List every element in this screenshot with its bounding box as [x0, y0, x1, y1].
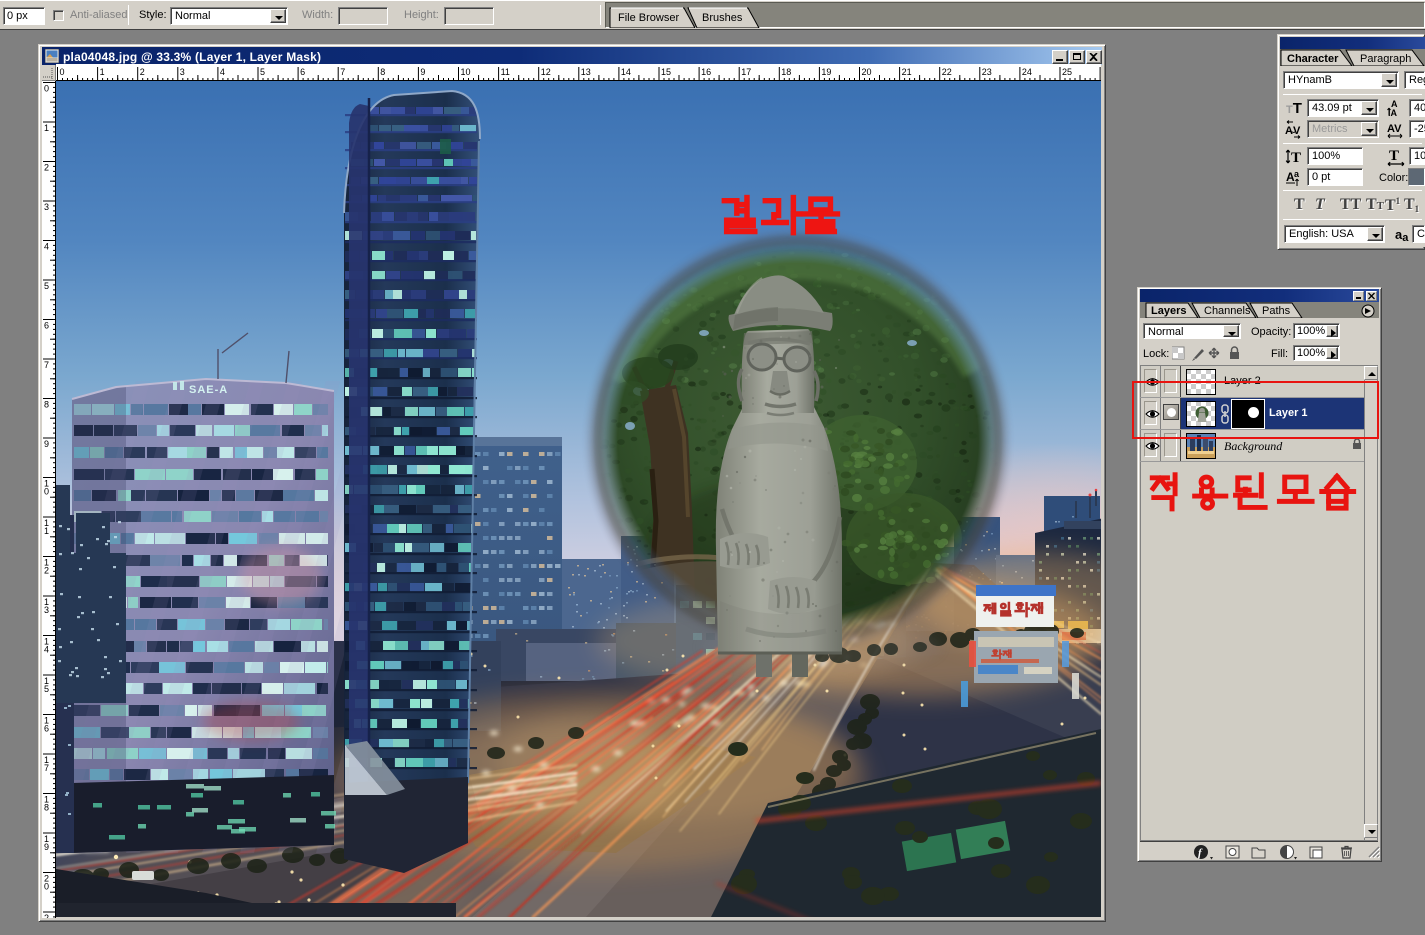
svg-text:0: 0 [44, 882, 49, 892]
svg-text:9: 9 [420, 67, 425, 77]
svg-text:20: 20 [862, 67, 872, 77]
svg-text:3: 3 [44, 202, 49, 212]
svg-text:16: 16 [701, 67, 711, 77]
svg-text:3: 3 [180, 67, 185, 77]
svg-text:24: 24 [1022, 67, 1032, 77]
svg-text:Paths: Paths [1262, 305, 1291, 317]
svg-text:12: 12 [541, 67, 551, 77]
svg-text:4: 4 [44, 645, 49, 655]
svg-text:11: 11 [501, 67, 510, 77]
svg-text:5: 5 [44, 684, 49, 694]
svg-text:7: 7 [44, 763, 49, 773]
svg-text:8: 8 [380, 67, 385, 77]
svg-text:File Browser: File Browser [618, 12, 679, 24]
svg-text:6: 6 [44, 321, 49, 331]
svg-text:14: 14 [621, 67, 631, 77]
svg-text:Brushes: Brushes [702, 12, 743, 24]
svg-text:5: 5 [44, 281, 49, 291]
svg-text:19: 19 [821, 67, 831, 77]
svg-text:7: 7 [44, 360, 49, 370]
svg-text:2: 2 [44, 913, 49, 918]
svg-text:2: 2 [44, 163, 49, 173]
svg-text:21: 21 [902, 67, 912, 77]
svg-text:Character: Character [1287, 53, 1339, 65]
svg-text:7: 7 [340, 67, 345, 77]
svg-text:9: 9 [44, 842, 49, 852]
svg-text:18: 18 [781, 67, 791, 77]
svg-text:9: 9 [44, 439, 49, 449]
svg-text:0: 0 [44, 487, 49, 497]
svg-text:0: 0 [44, 84, 49, 94]
svg-text:A̴V: A̴V [1285, 125, 1301, 137]
svg-text:23: 23 [982, 67, 992, 77]
svg-text:13: 13 [581, 67, 591, 77]
svg-text:2: 2 [44, 566, 49, 576]
svg-text:25: 25 [1062, 67, 1072, 77]
svg-text:Channels: Channels [1204, 305, 1251, 317]
svg-text:1: 1 [100, 67, 105, 77]
svg-text:Paragraph: Paragraph [1360, 53, 1411, 65]
svg-text:2: 2 [140, 67, 145, 77]
svg-text:AV: AV [1387, 123, 1402, 135]
svg-text:17: 17 [741, 67, 751, 77]
svg-text:a: a [1294, 169, 1300, 179]
svg-text:1: 1 [44, 123, 49, 133]
svg-text:4: 4 [220, 67, 225, 77]
svg-text:15: 15 [661, 67, 671, 77]
svg-text:T: T [1291, 150, 1301, 166]
svg-text:6: 6 [44, 724, 49, 734]
svg-text:5: 5 [260, 67, 265, 77]
svg-text:Layers: Layers [1151, 305, 1186, 317]
svg-text:8: 8 [44, 400, 49, 410]
svg-text:8: 8 [44, 803, 49, 813]
svg-text:T: T [1389, 148, 1399, 164]
svg-text:1: 1 [44, 526, 49, 536]
svg-text:6: 6 [300, 67, 305, 77]
svg-text:SAE-A: SAE-A [189, 384, 228, 396]
svg-text:0: 0 [60, 67, 65, 77]
svg-text:10: 10 [461, 67, 471, 77]
svg-text:3: 3 [44, 605, 49, 615]
svg-text:4: 4 [44, 242, 49, 252]
svg-text:22: 22 [942, 67, 952, 77]
